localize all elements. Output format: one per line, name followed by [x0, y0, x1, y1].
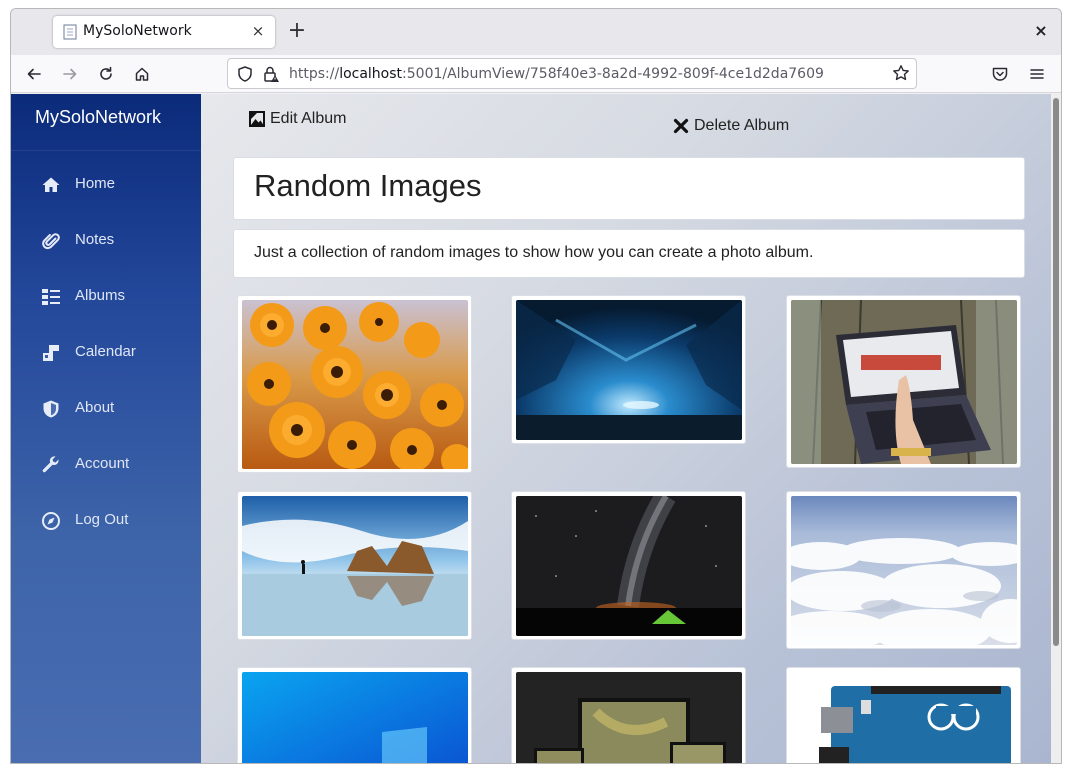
sidebar-item-albums[interactable]: Albums — [11, 277, 201, 317]
divider — [11, 150, 201, 151]
star-icon[interactable] — [892, 64, 910, 82]
url-host: localhost — [339, 66, 403, 82]
edit-album-button[interactable]: Edit Album — [249, 110, 346, 128]
album-image-beach-arch[interactable] — [237, 491, 472, 640]
home-icon — [42, 177, 60, 192]
sidebar-item-label: Log Out — [75, 511, 129, 528]
page-viewport: MySoloNetwork Home Notes Albums Calendar… — [11, 94, 1061, 763]
shield-icon — [43, 400, 59, 418]
photo-ice-cave — [516, 300, 742, 440]
sidebar-item-label: Account — [75, 455, 130, 472]
photo-arduino-uno — [791, 672, 1017, 763]
reload-icon — [100, 66, 112, 80]
sidebar: MySoloNetwork Home Notes Albums Calendar… — [11, 94, 201, 763]
menu-button[interactable] — [1024, 61, 1050, 87]
address-bar[interactable]: https://localhost:5001/AlbumView/758f40e… — [227, 58, 917, 89]
album-image-laptop[interactable] — [786, 295, 1021, 468]
album-image-arduino[interactable] — [786, 667, 1021, 763]
paperclip-icon — [42, 233, 60, 250]
photo-beach-rock-arch — [242, 496, 468, 636]
scrollbar-thumb[interactable] — [1053, 98, 1059, 646]
tab-title: MySoloNetwork — [83, 23, 192, 39]
url-path: :5001/AlbumView/758f40e3-8a2d-4992-809f-… — [402, 66, 824, 82]
back-button[interactable] — [21, 61, 47, 87]
arrow-right-icon — [63, 68, 77, 80]
album-description: Just a collection of random images to sh… — [254, 244, 814, 261]
photo-devices — [516, 672, 742, 763]
lock-warning-icon[interactable] — [262, 65, 280, 83]
home-button[interactable] — [129, 61, 155, 87]
page-icon — [63, 24, 77, 40]
sidebar-item-label: Home — [75, 175, 116, 192]
image-icon — [249, 111, 265, 127]
pocket-icon — [992, 67, 1008, 81]
sidebar-item-label: Notes — [75, 231, 115, 248]
album-image-devices[interactable] — [511, 667, 746, 763]
arrow-left-icon — [27, 68, 41, 80]
hamburger-menu-icon — [1030, 69, 1044, 79]
window-close-button[interactable]: × — [1031, 21, 1051, 41]
delete-album-label: Delete Album — [694, 117, 790, 134]
sidebar-item-account[interactable]: Account — [11, 445, 201, 485]
album-title-card: Random Images — [233, 157, 1025, 220]
pocket-button[interactable] — [987, 61, 1013, 87]
wrench-icon — [42, 456, 59, 473]
album-image-ice-cave[interactable] — [511, 295, 746, 444]
sidebar-item-notes[interactable]: Notes — [11, 221, 201, 261]
tab-bar: MySoloNetwork × + × — [11, 9, 1061, 55]
photo-windows-wallpaper — [242, 672, 468, 763]
photo-laptop-touchscreen — [791, 300, 1017, 464]
album-image-milky-way[interactable] — [511, 491, 746, 640]
sidebar-item-calendar[interactable]: Calendar — [11, 333, 201, 373]
album-image-clouds[interactable] — [786, 491, 1021, 649]
album-description-card: Just a collection of random images to sh… — [233, 229, 1025, 278]
shield-outline-icon[interactable] — [236, 65, 254, 83]
delete-album-button[interactable]: Delete Album — [673, 117, 789, 135]
reload-button[interactable] — [93, 61, 119, 87]
browser-window: MySoloNetwork × + × https://localhost:50… — [10, 8, 1062, 764]
url-text[interactable]: https://localhost:5001/AlbumView/758f40e… — [289, 66, 824, 82]
photo-milky-way-tent — [516, 496, 742, 636]
navigation-toolbar: https://localhost:5001/AlbumView/758f40e… — [11, 55, 1061, 93]
photo-clouds-above — [791, 496, 1017, 645]
album-image-orange-daisies[interactable] — [237, 295, 472, 473]
url-prefix: https:// — [289, 66, 340, 82]
sidebar-item-home[interactable]: Home — [11, 165, 201, 205]
brand-link[interactable]: MySoloNetwork — [35, 107, 161, 128]
sidebar-item-label: Calendar — [75, 343, 136, 360]
forward-button[interactable] — [57, 61, 83, 87]
tab-close-icon[interactable]: × — [247, 20, 269, 42]
close-icon — [673, 118, 689, 134]
page-scrollbar[interactable] — [1051, 94, 1061, 763]
calendar-icon — [43, 345, 59, 361]
page-title: Random Images — [254, 168, 482, 203]
browser-tab[interactable]: MySoloNetwork × — [53, 16, 275, 48]
main-content: Edit Album Delete Album Random Images Ju… — [201, 94, 1051, 763]
photo-orange-daisies — [242, 300, 468, 469]
sidebar-item-label: Albums — [75, 287, 126, 304]
new-tab-button[interactable]: + — [286, 19, 308, 43]
list-icon — [42, 289, 60, 305]
sidebar-item-about[interactable]: About — [11, 389, 201, 429]
sidebar-item-label: About — [75, 399, 115, 416]
compass-icon — [42, 512, 60, 530]
album-image-windows-wallpaper[interactable] — [237, 667, 472, 763]
home-outline-icon — [135, 67, 149, 81]
edit-album-label: Edit Album — [270, 110, 347, 127]
sidebar-item-logout[interactable]: Log Out — [11, 501, 201, 541]
